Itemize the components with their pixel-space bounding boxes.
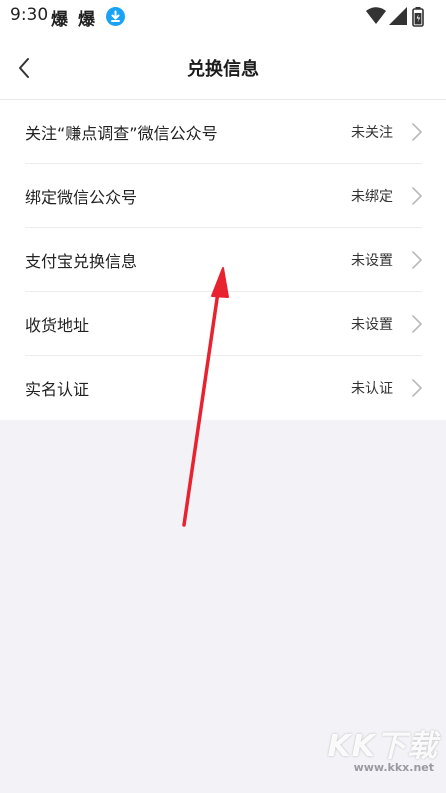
- list-item-alipay-redeem-info[interactable]: 支付宝兑换信息 未设置: [0, 228, 446, 292]
- watermark-url: www.kkx.net: [353, 761, 434, 774]
- chevron-right-icon: [412, 251, 422, 269]
- signal-icon: [389, 7, 407, 25]
- list-item-label: 收货地址: [25, 316, 90, 335]
- watermark: KK下载 www.kkx.net: [318, 721, 438, 781]
- list-item-label: 关注“赚点调查”微信公众号: [25, 124, 218, 143]
- status-time: 9:30: [10, 5, 49, 25]
- page-title: 兑换信息: [187, 59, 259, 80]
- app-notification-icon: 爆: [51, 10, 68, 30]
- list-item-label: 绑定微信公众号: [25, 188, 138, 207]
- navigation-bar: 兑换信息: [0, 33, 446, 100]
- battery-icon: [412, 7, 424, 27]
- app-notification-icon: 爆: [78, 10, 95, 30]
- list-item-shipping-address[interactable]: 收货地址 未设置: [0, 292, 446, 356]
- status-indicators: [366, 7, 436, 27]
- list-item-bind-wechat[interactable]: 绑定微信公众号 未绑定: [0, 164, 446, 228]
- list-item-status: 未设置: [351, 317, 393, 333]
- chevron-right-icon: [412, 123, 422, 141]
- list-item-status: 未关注: [351, 125, 393, 141]
- list-item-label: 支付宝兑换信息: [25, 252, 138, 271]
- list-item-real-name-verification[interactable]: 实名认证 未认证: [0, 356, 446, 420]
- download-badge-icon: [106, 7, 125, 26]
- chevron-right-icon: [412, 315, 422, 333]
- redeem-info-list: 关注“赚点调查”微信公众号 未关注 绑定微信公众号 未绑定 支付宝兑换信息 未设…: [0, 100, 446, 420]
- chevron-right-icon: [412, 379, 422, 397]
- list-item-status: 未绑定: [351, 189, 393, 205]
- status-bar: 9:30 爆 爆: [0, 0, 446, 33]
- list-item-status: 未设置: [351, 253, 393, 269]
- list-item-follow-wechat-account[interactable]: 关注“赚点调查”微信公众号 未关注: [0, 100, 446, 164]
- watermark-logo: KK下载: [327, 729, 438, 764]
- wifi-icon: [366, 7, 386, 24]
- list-item-label: 实名认证: [25, 380, 90, 399]
- list-item-status: 未认证: [351, 381, 393, 397]
- chevron-right-icon: [412, 187, 422, 205]
